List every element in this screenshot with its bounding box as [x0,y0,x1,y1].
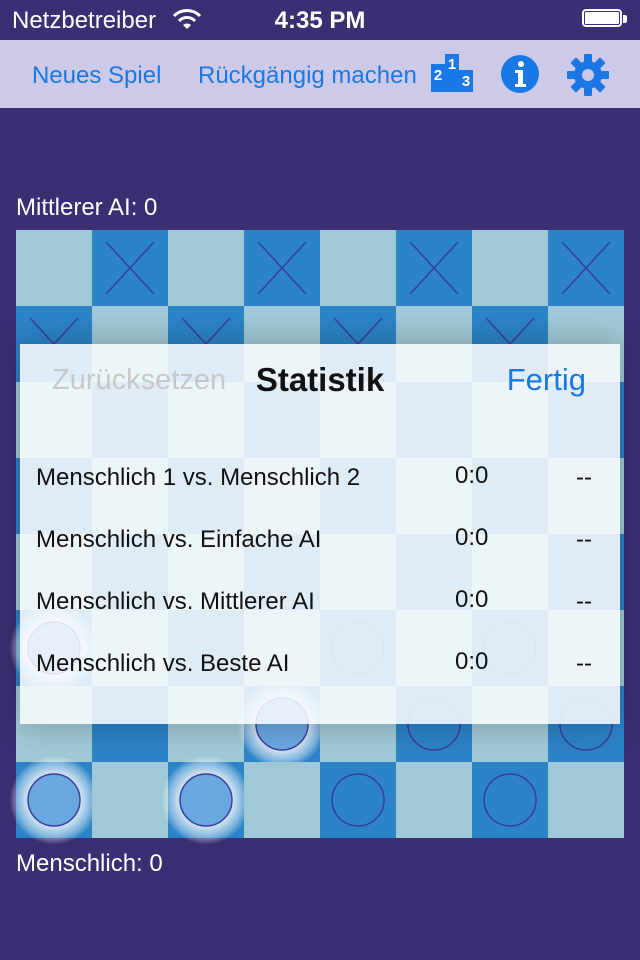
matchup-extra: -- [576,526,592,553]
status-bar: Netzbetreiber 4:35 PM [0,0,640,40]
matchup-score: 0:0 [455,648,489,675]
o-piece-icon [483,773,537,827]
o-piece-icon [331,773,385,827]
battery-icon [582,9,628,29]
board-cell[interactable] [396,230,472,306]
board-cell[interactable] [244,230,320,306]
board-cell[interactable] [16,230,92,306]
opponent-score: Mittlerer AI: 0 [16,194,158,221]
matchup-extra: -- [576,650,592,677]
board-cell[interactable] [92,762,168,838]
clock: 4:35 PM [274,7,366,34]
matchup-score: 0:0 [455,462,489,489]
podium-icon[interactable]: 1 2 3 [430,52,474,92]
board-cell[interactable] [92,230,168,306]
x-piece-icon [561,241,611,295]
toolbar: Neues Spiel Rückgängig machen 1 2 3 [0,40,640,108]
board-cell[interactable] [168,230,244,306]
matchup-label: Menschlich vs. Mittlerer AI [36,588,315,615]
stats-row: Menschlich vs. Mittlerer AI 0:0 -- [20,574,620,634]
board-cell[interactable] [548,230,624,306]
matchup-label: Menschlich vs. Einfache AI [36,526,322,553]
board-cell[interactable] [472,762,548,838]
done-button[interactable]: Fertig [507,362,586,398]
dialog-header: Zurücksetzen Statistik Fertig [20,344,620,410]
x-piece-icon [257,241,307,295]
new-game-button[interactable]: Neues Spiel [32,62,161,90]
matchup-score: 0:0 [455,524,489,551]
board-cell[interactable] [396,762,472,838]
gear-icon[interactable] [567,54,609,96]
board-cell[interactable] [320,762,396,838]
statistics-dialog: Zurücksetzen Statistik Fertig Menschlich… [20,344,620,724]
matchup-extra: -- [576,588,592,615]
board-cell[interactable] [320,230,396,306]
x-piece-icon [105,241,155,295]
undo-button[interactable]: Rückgängig machen [198,62,417,90]
board-cell[interactable] [548,762,624,838]
x-piece-icon [409,241,459,295]
matchup-score: 0:0 [455,586,489,613]
stats-row: Menschlich 1 vs. Menschlich 2 0:0 -- [20,450,620,510]
stats-row: Menschlich vs. Einfache AI 0:0 -- [20,512,620,572]
player-score: Menschlich: 0 [16,850,163,877]
svg-text:1: 1 [448,56,456,73]
board-cell[interactable] [244,762,320,838]
svg-text:2: 2 [434,67,442,84]
info-icon[interactable] [500,54,540,94]
svg-text:3: 3 [462,73,470,90]
board-cell[interactable] [162,756,250,844]
matchup-label: Menschlich vs. Beste AI [36,650,290,677]
matchup-extra: -- [576,464,592,491]
o-piece-icon [27,773,81,827]
matchup-label: Menschlich 1 vs. Menschlich 2 [36,464,361,491]
o-piece-icon [179,773,233,827]
board-cell[interactable] [10,756,98,844]
board-cell[interactable] [472,230,548,306]
stats-row: Menschlich vs. Beste AI 0:0 -- [20,636,620,696]
